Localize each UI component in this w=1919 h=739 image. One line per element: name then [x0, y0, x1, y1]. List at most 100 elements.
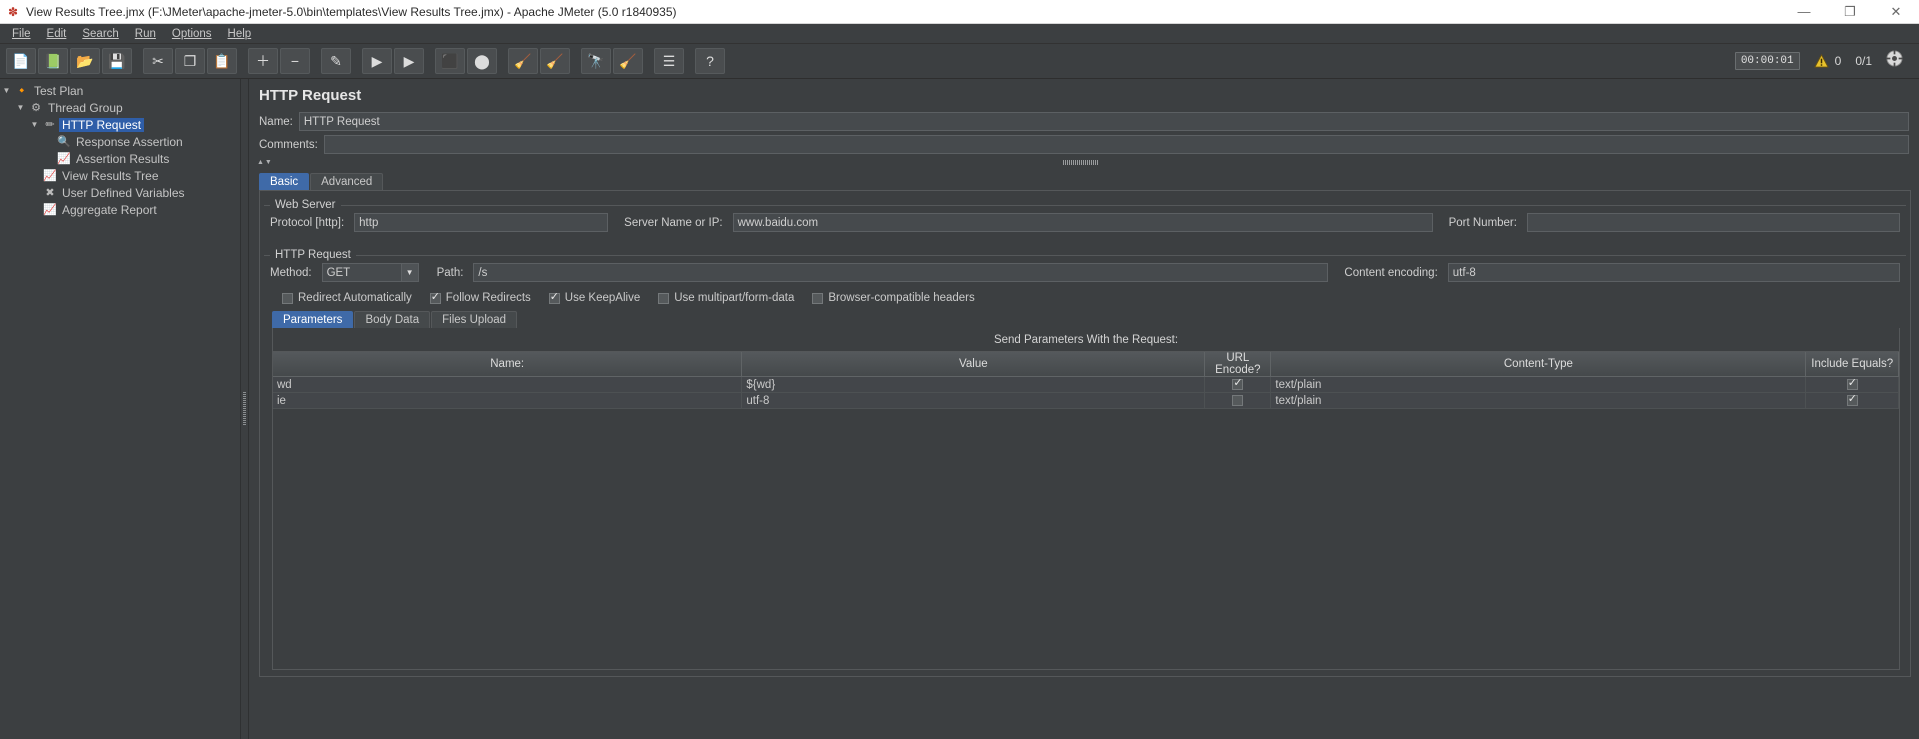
maximize-button[interactable]: ❐	[1827, 0, 1873, 23]
comments-input[interactable]	[323, 135, 1909, 154]
test-plan-tree[interactable]: ▼ 🔸 Test Plan ▼ ⚙ Thread Group ▼ ✏ HTTP Request 🔍…	[0, 79, 241, 739]
checkbox-browser-compatible-headers[interactable]: Browser-compatible headers	[812, 292, 975, 304]
shutdown-button[interactable]: ⬤	[467, 48, 497, 74]
table-header-row: Name: Value URL Encode? Content-Type Inc…	[273, 352, 1899, 377]
clear-button[interactable]: 🧹	[508, 48, 538, 74]
checkbox-box-icon[interactable]	[812, 292, 824, 304]
tab-body-data[interactable]: Body Data	[354, 311, 431, 328]
group-divider	[264, 205, 1906, 206]
tree-expand-toggle-icon[interactable]: ▼	[14, 103, 27, 112]
menu-options[interactable]: Options	[164, 26, 220, 42]
tab-basic[interactable]: Basic	[259, 173, 310, 190]
method-select[interactable]: GET ▼	[321, 263, 419, 282]
paste-button[interactable]: 📋	[207, 48, 237, 74]
checkbox-use-keepalive[interactable]: Use KeepAlive	[548, 291, 640, 304]
tree-node-thread-group[interactable]: ▼ ⚙ Thread Group	[0, 99, 240, 116]
vertical-splitter[interactable]	[241, 79, 249, 739]
tree-node-assertion-results[interactable]: 📈 Assertion Results	[0, 150, 240, 167]
checkbox-box-icon[interactable]	[1846, 393, 1858, 406]
menu-edit-label: Edit	[46, 27, 67, 40]
table-row[interactable]: ie utf-8 text/plain	[273, 392, 1899, 409]
cut-button[interactable]: ✂	[143, 48, 173, 74]
tree-node-response-assertion[interactable]: 🔍 Response Assertion	[0, 133, 240, 150]
col-content-type[interactable]: Content-Type	[1270, 352, 1807, 377]
checkbox-box-icon[interactable]	[429, 291, 441, 304]
parameters-table[interactable]: Name: Value URL Encode? Content-Type Inc…	[273, 352, 1899, 409]
content-encoding-input[interactable]: utf-8	[1447, 263, 1900, 282]
checkbox-box-icon[interactable]	[282, 292, 293, 304]
col-url-encode[interactable]: URL Encode?	[1204, 352, 1272, 377]
new-button[interactable]: 📄	[6, 48, 36, 74]
name-input[interactable]: HTTP Request	[298, 112, 1909, 131]
search-button[interactable]: 🔭	[581, 48, 611, 74]
templates-button[interactable]: 📗	[38, 48, 68, 74]
cell-url-encode[interactable]	[1204, 392, 1272, 409]
expand-all-button[interactable]: ＋	[248, 48, 278, 74]
warning-triangle-icon	[1813, 54, 1829, 68]
checkbox-follow-redirects[interactable]: Follow Redirects	[429, 291, 531, 304]
tab-files-upload[interactable]: Files Upload	[431, 311, 518, 328]
collapse-splitter[interactable]: ▲▼	[249, 156, 1913, 169]
cell-include-equals[interactable]	[1805, 392, 1899, 409]
cell-param-value[interactable]: ${wd}	[741, 376, 1206, 393]
tab-advanced[interactable]: Advanced	[310, 173, 384, 190]
checkbox-box-icon[interactable]	[1232, 377, 1244, 390]
cell-content-type[interactable]: text/plain	[1270, 376, 1807, 393]
menu-help[interactable]: Help	[220, 26, 260, 42]
tree-expand-toggle-icon[interactable]: ▼	[28, 120, 41, 129]
checkbox-box-icon[interactable]	[1232, 394, 1244, 406]
cell-param-value[interactable]: utf-8	[741, 392, 1206, 409]
copy-button[interactable]: ❐	[175, 48, 205, 74]
help-button[interactable]: ?	[695, 48, 725, 74]
save-button[interactable]: 💾	[102, 48, 132, 74]
open-button[interactable]: 📂	[70, 48, 100, 74]
tab-parameters[interactable]: Parameters	[272, 311, 354, 328]
menu-search[interactable]: Search	[74, 26, 126, 42]
tree-node-aggregate-report[interactable]: 📈 Aggregate Report	[0, 201, 240, 218]
collapse-all-button[interactable]: −	[280, 48, 310, 74]
tree-node-test-plan[interactable]: ▼ 🔸 Test Plan	[0, 82, 240, 99]
col-name[interactable]: Name:	[273, 352, 743, 377]
tree-node-label: Response Assertion	[76, 134, 183, 149]
tree-node-user-defined-variables[interactable]: ✖ User Defined Variables	[0, 184, 240, 201]
path-input[interactable]: /s	[473, 263, 1329, 282]
cell-url-encode[interactable]	[1204, 376, 1272, 393]
tree-node-http-request[interactable]: ▼ ✏ HTTP Request	[0, 116, 240, 133]
tree-node-view-results-tree[interactable]: 📈 View Results Tree	[0, 167, 240, 184]
gear-status-icon[interactable]	[1886, 50, 1903, 72]
port-number-input[interactable]	[1526, 213, 1900, 232]
function-helper-button[interactable]: ☰	[654, 48, 684, 74]
minimize-button[interactable]: —	[1781, 0, 1827, 23]
start-no-pauses-button[interactable]: ▶	[394, 48, 424, 74]
checkbox-redirect-automatically[interactable]: Redirect Automatically	[282, 292, 412, 304]
checkbox-box-icon[interactable]	[1846, 377, 1858, 390]
menu-edit[interactable]: Edit	[39, 26, 75, 42]
menu-file[interactable]: File	[4, 26, 39, 42]
reset-search-button[interactable]: 🧹	[613, 48, 643, 74]
stop-button[interactable]: ⬛	[435, 48, 465, 74]
cell-content-type[interactable]: text/plain	[1270, 392, 1807, 409]
help-book-icon: ?	[706, 53, 714, 69]
server-name-input[interactable]: www.baidu.com	[732, 213, 1433, 232]
cell-param-name[interactable]: ie	[273, 392, 743, 409]
cell-param-name[interactable]: wd	[273, 376, 743, 393]
table-row[interactable]: wd${wd} text/plain	[273, 376, 1899, 393]
warning-status[interactable]: 0	[1813, 54, 1841, 68]
tree-expand-toggle-icon[interactable]: ▼	[0, 86, 13, 95]
close-button[interactable]: ✕	[1873, 0, 1919, 23]
start-button[interactable]: ▶	[362, 48, 392, 74]
clear-all-button[interactable]: 🧹	[540, 48, 570, 74]
checkbox-box-icon[interactable]	[548, 291, 560, 304]
protocol-input[interactable]: http	[354, 213, 609, 232]
menu-file-label: File	[12, 27, 31, 40]
chevron-down-icon[interactable]: ▼	[400, 264, 418, 281]
col-value[interactable]: Value	[741, 352, 1206, 377]
cell-include-equals[interactable]	[1805, 376, 1899, 393]
col-include-equals[interactable]: Include Equals?	[1805, 352, 1899, 377]
menu-run[interactable]: Run	[127, 26, 164, 42]
collapse-arrows-icon[interactable]: ▲▼	[257, 159, 273, 166]
checkbox-box-icon[interactable]	[658, 292, 670, 304]
toggle-button[interactable]: ✎	[321, 48, 351, 74]
plus-icon: ＋	[256, 53, 270, 69]
checkbox-use-multipart-form-data[interactable]: Use multipart/form-data	[658, 292, 794, 304]
